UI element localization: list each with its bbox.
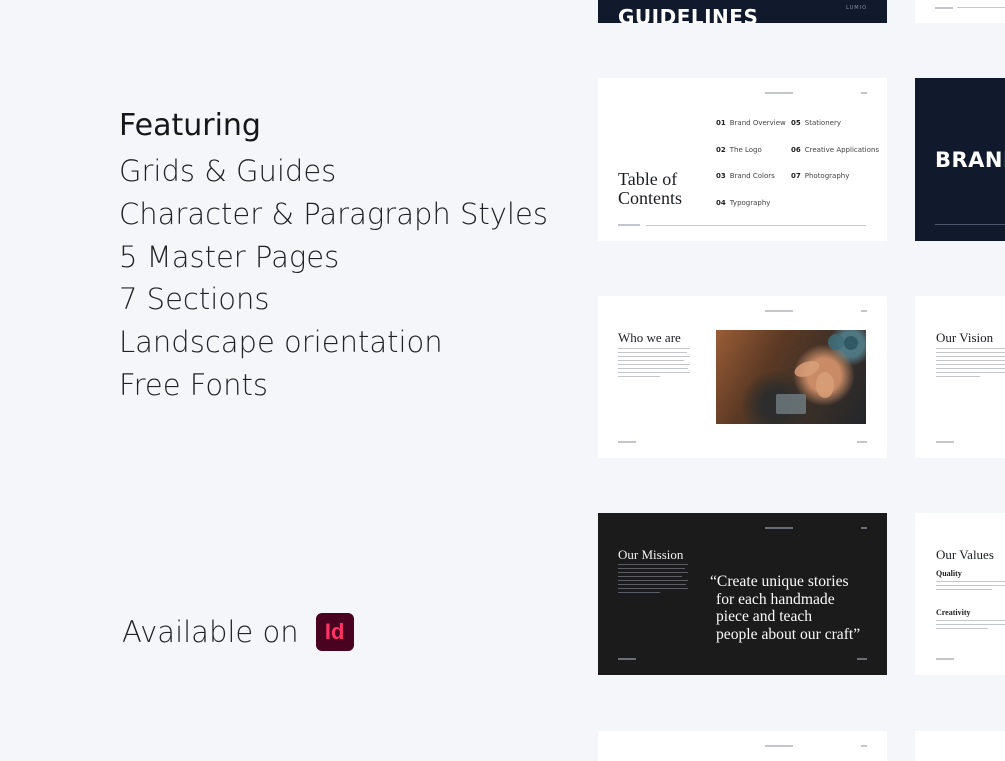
toc-title-line: Table of [618,169,678,189]
mission-quote: “Create unique stories for each handmade… [710,573,860,643]
brand-logo: LUMIO [846,5,867,11]
guidelines-title: GUIDELINES [618,5,759,23]
toc-entry: 06 Creative Applications [791,146,879,154]
feature-item: Grids & Guides [119,154,337,188]
brand-title: BRAND [935,148,1005,172]
available-on: Available on Id [122,612,354,652]
slide-header-text [765,310,793,312]
toc-entry: 07 Photography [791,172,849,180]
slide-our-mission: Our Mission “Create unique stories for e… [598,513,887,675]
body-paragraph [618,348,690,380]
toc-entry-label: Brand Overview [729,119,786,127]
slide-footer-text [936,441,954,443]
slide-footer-text [935,7,953,9]
available-label: Available on [122,615,299,649]
slide-table-of-contents: Table of Contents 01 Brand Overview 02 The… [598,78,887,241]
values-subheading: Quality [936,569,962,578]
slide-next-page [915,731,1005,761]
hands-jewelry-photo [716,330,866,424]
toc-entry-label: Creative Applications [804,146,880,154]
toc-entry: 02 The Logo [716,146,762,154]
slide-rule [957,7,1005,8]
toc-entry-label: The Logo [729,146,762,154]
toc-entry: 03 Brand Colors [716,172,775,180]
toc-entry-number: 05 [791,119,801,127]
slide-rule [935,224,1005,225]
body-paragraph [936,620,1005,632]
toc-title-line: Contents [618,188,683,208]
body-paragraph [936,348,1005,380]
toc-entry-number: 02 [716,146,726,154]
toc-entry-number: 07 [791,172,801,180]
features-list: Grids & Guides Character & Paragraph Sty… [119,150,548,407]
slide-title: Our Vision [936,330,994,345]
slide-title: Who we are [618,330,681,345]
slide-header-text [765,527,793,529]
toc-entry-label: Photography [804,172,850,180]
slide-rule [646,225,866,226]
toc-entry-number: 03 [716,172,726,180]
feature-item: Landscape orientation [119,325,443,360]
toc-title: Table of Contents [618,170,682,208]
slide-our-vision: Our Vision [915,296,1005,458]
slide-brand: BRAND [915,78,1005,241]
slide-header-text [765,745,793,747]
toc-entry-label: Typography [729,199,771,207]
slide-footer-text [618,224,640,226]
features-heading: Featuring [119,108,261,143]
slide-page-number [861,527,867,529]
toc-entry-number: 01 [716,119,726,127]
slide-title: Our Mission [618,547,684,562]
slide-footer-text [936,658,954,660]
quote-line: people about our craft” [716,625,861,643]
toc-entry-label: Stationery [804,119,841,127]
body-paragraph [618,564,688,596]
feature-item: 7 Sections [119,282,270,317]
indesign-icon: Id [315,613,354,651]
toc-entry: 01 Brand Overview [716,119,786,127]
slide-our-values: Our Values Quality Creativity [915,513,1005,675]
values-subheading: Creativity [936,608,971,617]
slide-page-number [857,441,867,443]
toc-entry: 04 Typography [716,199,770,207]
slide-page-number [857,658,867,660]
slide-who-we-are: Who we are [598,296,887,458]
quote-line: “Create unique stories [710,573,849,590]
features-section: Featuring Grids & Guides Character & Par… [119,106,548,407]
slide-footer-text [618,658,636,660]
toc-entry: 05 Stationery [791,119,841,127]
feature-item: 5 Master Pages [119,239,340,274]
toc-entry-number: 04 [716,199,726,207]
indesign-icon-text: Id [324,619,345,644]
slide-introduction [915,0,1005,23]
slide-title: Our Values [936,547,994,562]
slide-guidelines: GUIDELINES LUMIO [598,0,887,23]
slide-next-page [598,731,887,761]
toc-entry-label: Brand Colors [729,172,775,180]
slide-footer-text [618,441,636,443]
body-paragraph [936,581,1005,593]
slide-page-number [861,310,867,312]
quote-line: for each handmade [716,590,835,608]
slide-header-text [765,92,793,94]
feature-item: Character & Paragraph Styles [119,196,548,231]
toc-entry-number: 06 [791,146,801,154]
quote-line: piece and teach [716,608,813,625]
slide-page-number [861,92,867,94]
slide-page-number [861,745,867,747]
feature-item: Free Fonts [119,367,269,402]
